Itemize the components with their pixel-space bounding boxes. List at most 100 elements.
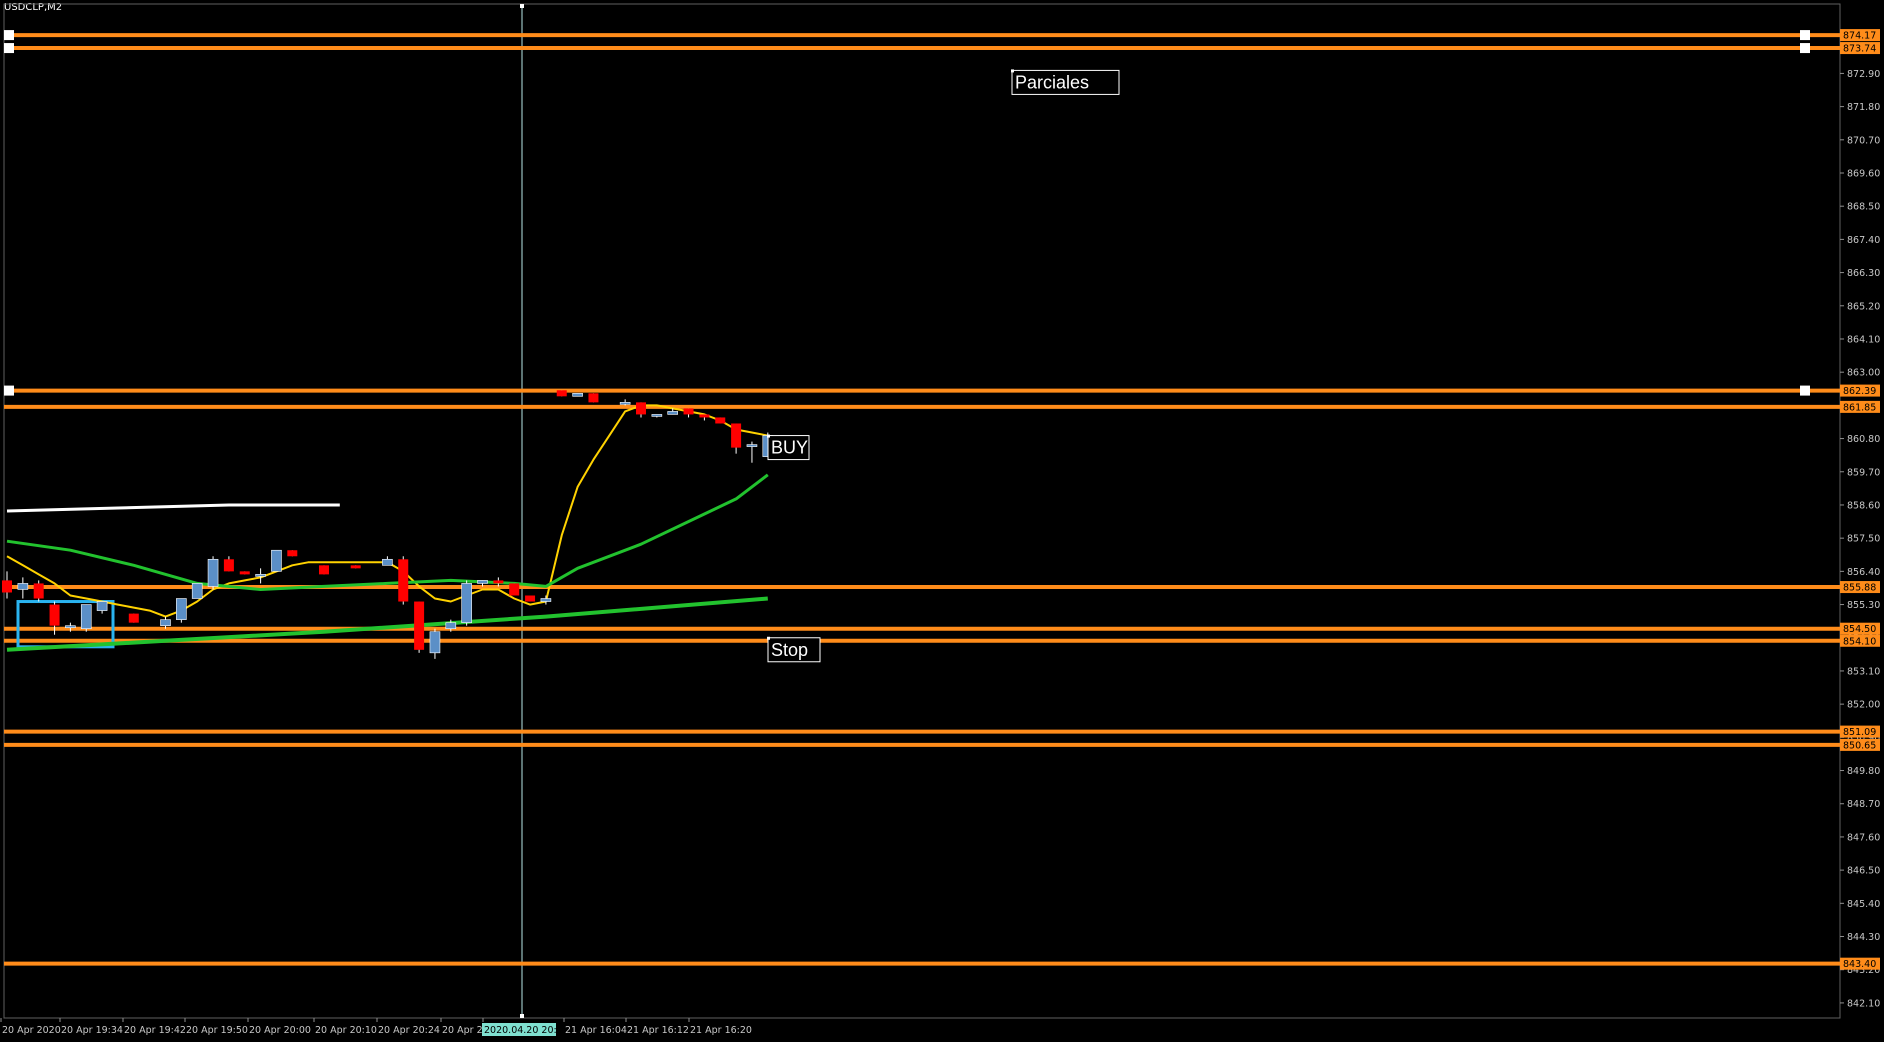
candle[interactable] [636,402,646,415]
candle[interactable] [191,583,203,599]
price-level-label: 862.39 [1843,386,1876,397]
x-tick-label: 21 Apr 16:04 [565,1025,627,1036]
x-tick-label: 21 Apr 16:12 [627,1025,689,1036]
y-tick-label: 846.50 [1847,866,1880,877]
x-tick-label: 20 Apr 20:00 [249,1025,311,1036]
candle[interactable] [239,571,250,575]
y-tick-label: 871.80 [1847,102,1880,113]
y-tick-label: 859.70 [1847,467,1880,478]
price-level-label: 855.88 [1843,583,1876,594]
y-tick-label: 849.80 [1847,766,1880,777]
y-tick-label: 852.00 [1847,700,1880,711]
x-tick-label: 20 Apr 19:42 [124,1025,186,1036]
y-tick-label: 853.10 [1847,666,1880,677]
x-cursor-label: 2020.04.20 20:44 [484,1025,569,1036]
candle[interactable] [619,402,631,405]
y-tick-label: 867.40 [1847,235,1880,246]
level-drag-handle[interactable] [4,30,14,41]
candle[interactable] [160,619,171,626]
candle[interactable] [17,583,29,590]
annotation-anchor[interactable] [1011,69,1014,73]
candle[interactable] [540,598,552,602]
x-tick-label: 20 Apr 2020 [2,1025,61,1036]
x-tick-label: 21 Apr 16:20 [690,1025,752,1036]
annotation-text: BUY [771,438,808,458]
candle[interactable] [255,574,266,577]
x-tick-label: 20 Apr 20:24 [378,1025,440,1036]
level-drag-handle[interactable] [1800,385,1810,396]
moving-average-line [6,404,768,618]
price-level-label: 854.10 [1843,636,1876,647]
y-tick-label: 844.30 [1847,932,1880,943]
y-tick-label: 870.70 [1847,135,1880,146]
candle[interactable] [223,559,234,572]
candle[interactable] [461,583,472,623]
candle[interactable] [65,625,76,628]
y-tick-label: 856.40 [1847,567,1880,578]
price-level-label: 873.74 [1843,44,1876,55]
y-tick-label: 865.20 [1847,301,1880,312]
candle[interactable] [477,580,488,584]
candle[interactable] [731,423,742,448]
candle[interactable] [2,580,12,593]
candle[interactable] [287,550,298,557]
y-tick-label: 872.90 [1847,69,1880,80]
candle[interactable] [746,444,758,447]
candle[interactable] [49,604,60,626]
y-tick-label: 869.60 [1847,169,1880,180]
candle[interactable] [350,565,361,569]
annotation-text: Parciales [1015,72,1089,92]
x-tick-label: 20 Apr 20:10 [315,1025,377,1036]
candle[interactable] [429,631,441,654]
candle[interactable] [556,390,567,397]
annotation-anchor[interactable] [767,636,770,640]
candle[interactable] [33,583,44,599]
candle[interactable] [176,598,187,620]
time-cursor-handle[interactable] [520,1014,524,1018]
price-level-label: 851.09 [1843,727,1876,738]
candle[interactable] [207,558,219,587]
level-drag-handle[interactable] [4,385,14,396]
y-tick-label: 866.30 [1847,268,1880,279]
candle[interactable] [525,595,536,602]
price-level-label: 854.50 [1843,624,1876,635]
level-drag-handle[interactable] [1800,43,1810,54]
candle[interactable] [80,604,92,629]
candle[interactable] [699,414,710,418]
y-tick-label: 848.70 [1847,799,1880,810]
moving-average-line [6,503,340,513]
chart-area[interactable]: USDCLP,M2 872.90 871.80 870.70 869.60 868.50… [0,0,1884,1042]
candle[interactable] [572,393,583,397]
plot-frame [3,3,1841,1019]
level-drag-handle[interactable] [1800,30,1810,41]
y-tick-label: 842.10 [1847,998,1880,1009]
y-tick-label: 864.10 [1847,334,1880,345]
candle[interactable] [382,558,393,566]
candle[interactable] [414,601,425,650]
candle[interactable] [445,622,457,629]
candle[interactable] [509,583,520,596]
x-tick-label: 20 Apr 19:50 [186,1025,248,1036]
candle[interactable] [398,559,409,602]
price-level-label: 874.17 [1843,31,1876,42]
candle[interactable] [588,393,599,403]
annotation-anchor[interactable] [767,434,770,438]
price-level-label: 843.40 [1843,959,1876,970]
y-tick-label: 863.00 [1847,368,1880,379]
y-tick-label: 845.40 [1847,899,1880,910]
moving-average-line [6,473,769,591]
candle[interactable] [319,565,329,575]
candle[interactable] [96,601,108,611]
level-drag-handle[interactable] [4,43,14,54]
y-tick-label: 858.60 [1847,500,1880,511]
candle[interactable] [271,549,282,572]
annotation-text: Stop [771,640,808,660]
candle[interactable] [651,414,663,417]
candle[interactable] [493,580,504,584]
candle[interactable] [667,411,679,415]
candle[interactable] [683,408,694,415]
candle[interactable] [715,417,726,424]
y-tick-label: 868.50 [1847,202,1880,213]
time-cursor-handle[interactable] [520,4,524,8]
candle[interactable] [128,613,139,623]
